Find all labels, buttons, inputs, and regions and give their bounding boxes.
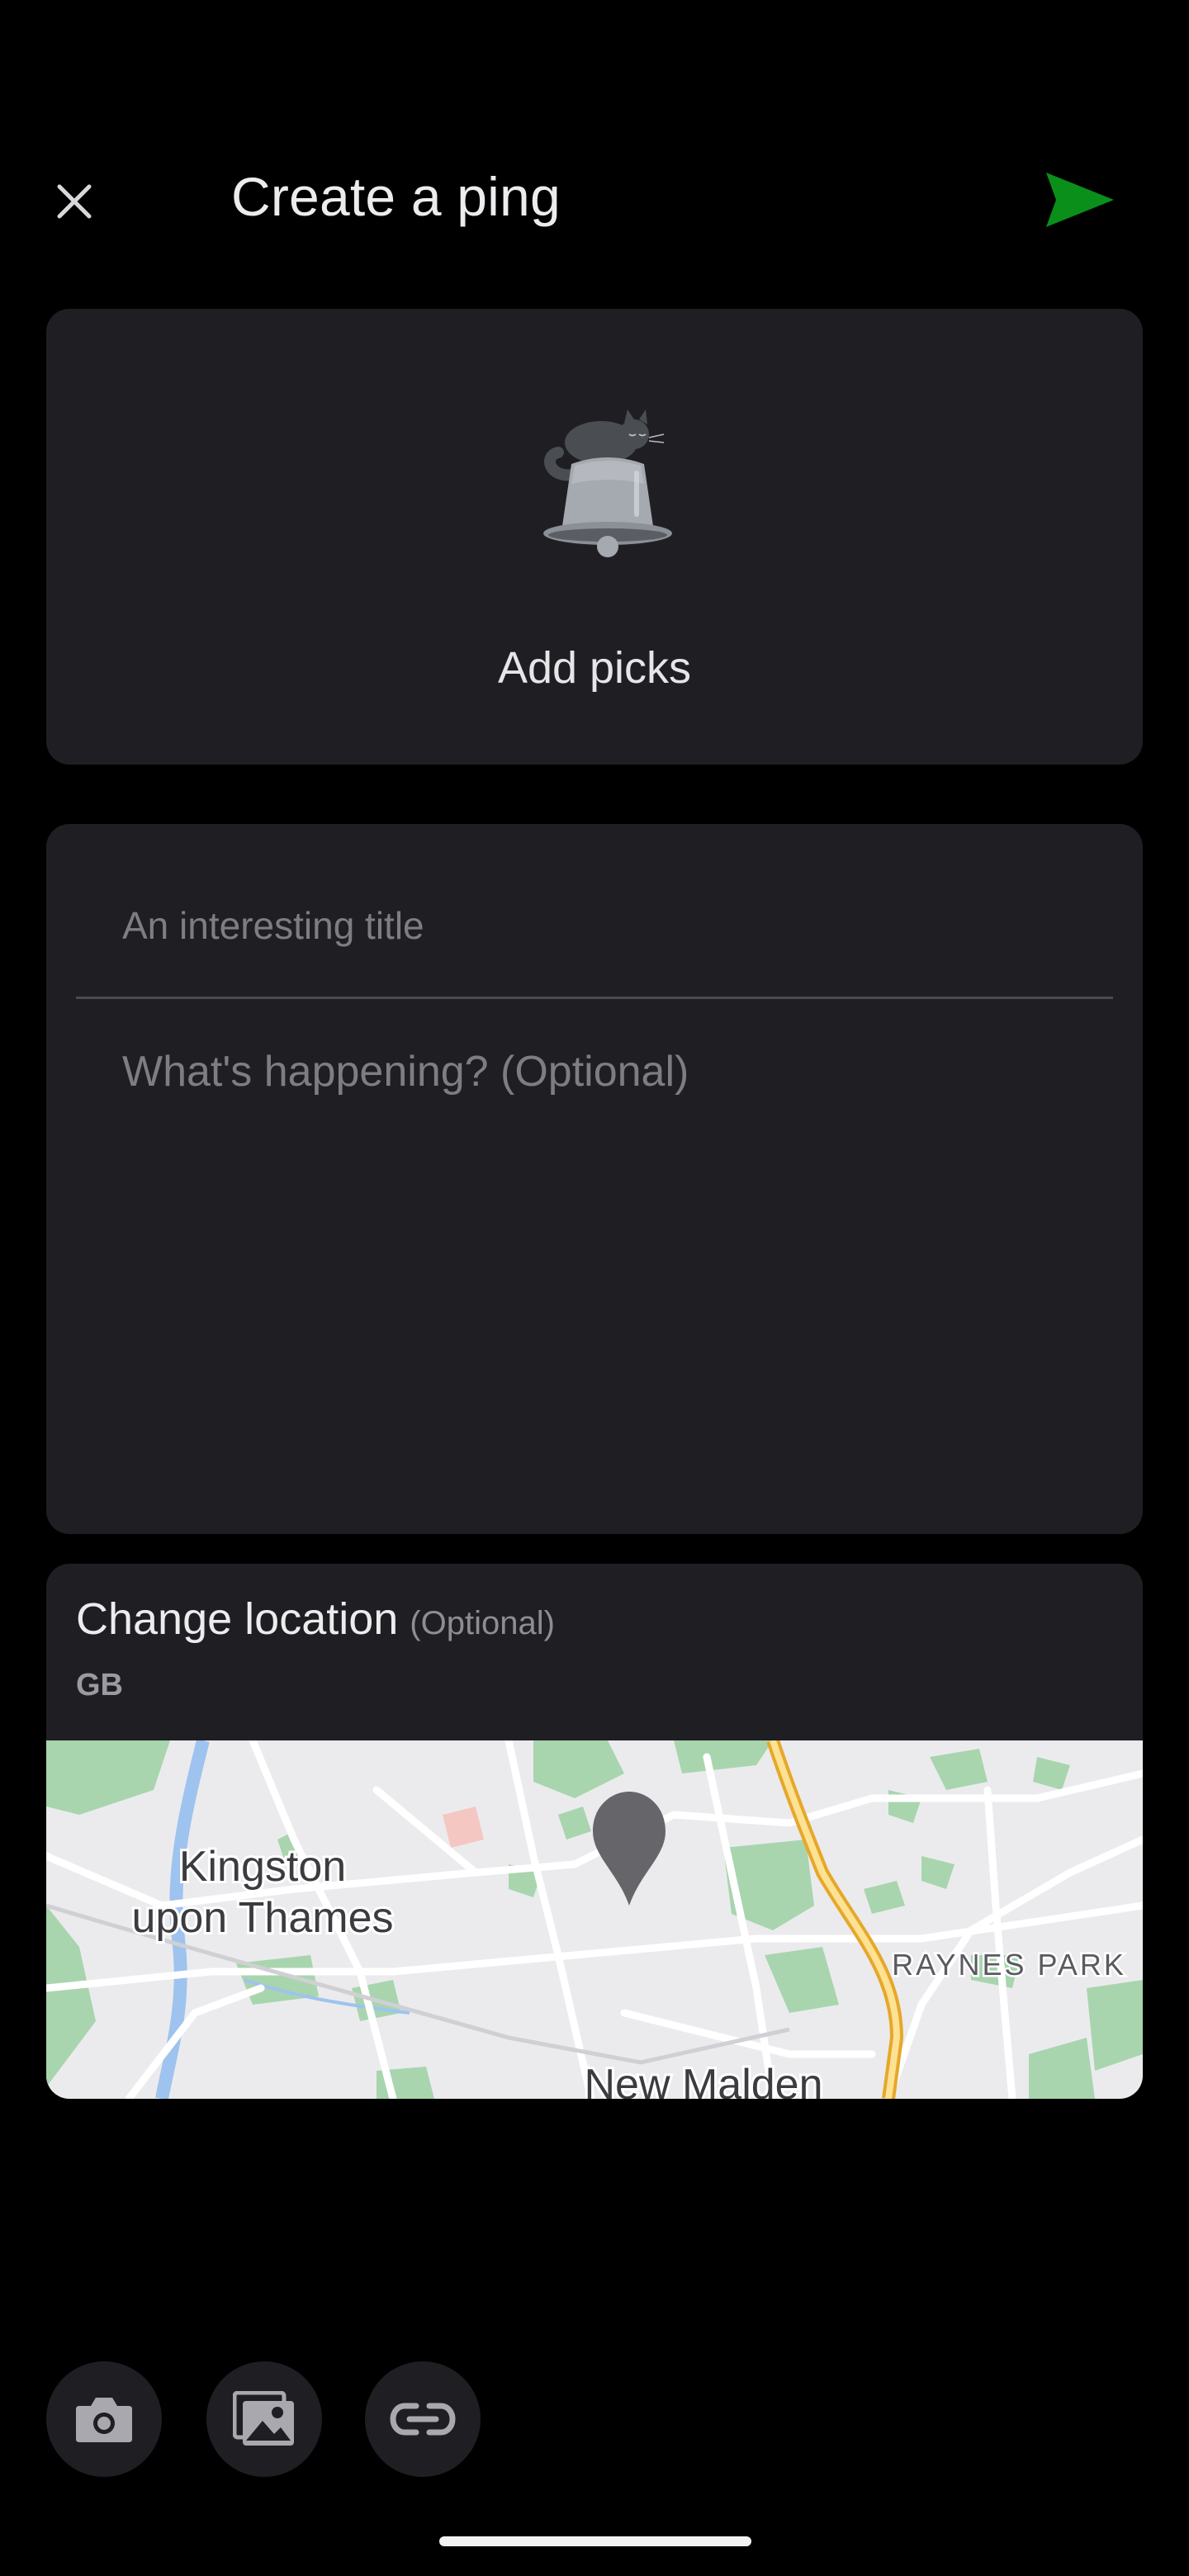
link-icon: [390, 2403, 456, 2436]
map-label-new-malden: New Malden: [584, 2061, 822, 2099]
location-country: GB: [76, 1668, 123, 1702]
home-indicator[interactable]: [439, 2536, 751, 2546]
location-card[interactable]: Change location (Optional) GB Kingston u…: [46, 1564, 1143, 2099]
add-picks-card[interactable]: Add picks: [46, 309, 1143, 765]
send-icon: [1046, 173, 1114, 227]
location-map[interactable]: Kingston upon Thames RAYNES PARK New Mal…: [46, 1740, 1143, 2099]
send-button[interactable]: [1039, 165, 1121, 234]
map-label-kingston: Kingston: [179, 1843, 346, 1891]
location-optional-label: (Optional): [410, 1605, 555, 1641]
close-button[interactable]: [43, 170, 106, 233]
gallery-icon: [233, 2391, 294, 2446]
title-input[interactable]: [76, 854, 1113, 999]
map-label-raynes-park: RAYNES PARK: [892, 1948, 1126, 1982]
body-input[interactable]: [76, 1014, 1113, 1509]
location-heading: Change location (Optional): [76, 1593, 555, 1645]
compose-card: [46, 824, 1143, 1534]
close-icon: [57, 184, 92, 219]
link-button[interactable]: [365, 2361, 481, 2477]
add-picks-label: Add picks: [497, 643, 692, 693]
gallery-button[interactable]: [206, 2361, 322, 2477]
map-label-upon-thames: upon Thames: [131, 1894, 393, 1942]
camera-icon: [76, 2398, 132, 2442]
sleeping-cat-bell-icon: [543, 410, 672, 557]
camera-button[interactable]: [46, 2361, 162, 2477]
page-title: Create a ping: [231, 166, 561, 227]
location-title: Change location: [76, 1594, 399, 1644]
